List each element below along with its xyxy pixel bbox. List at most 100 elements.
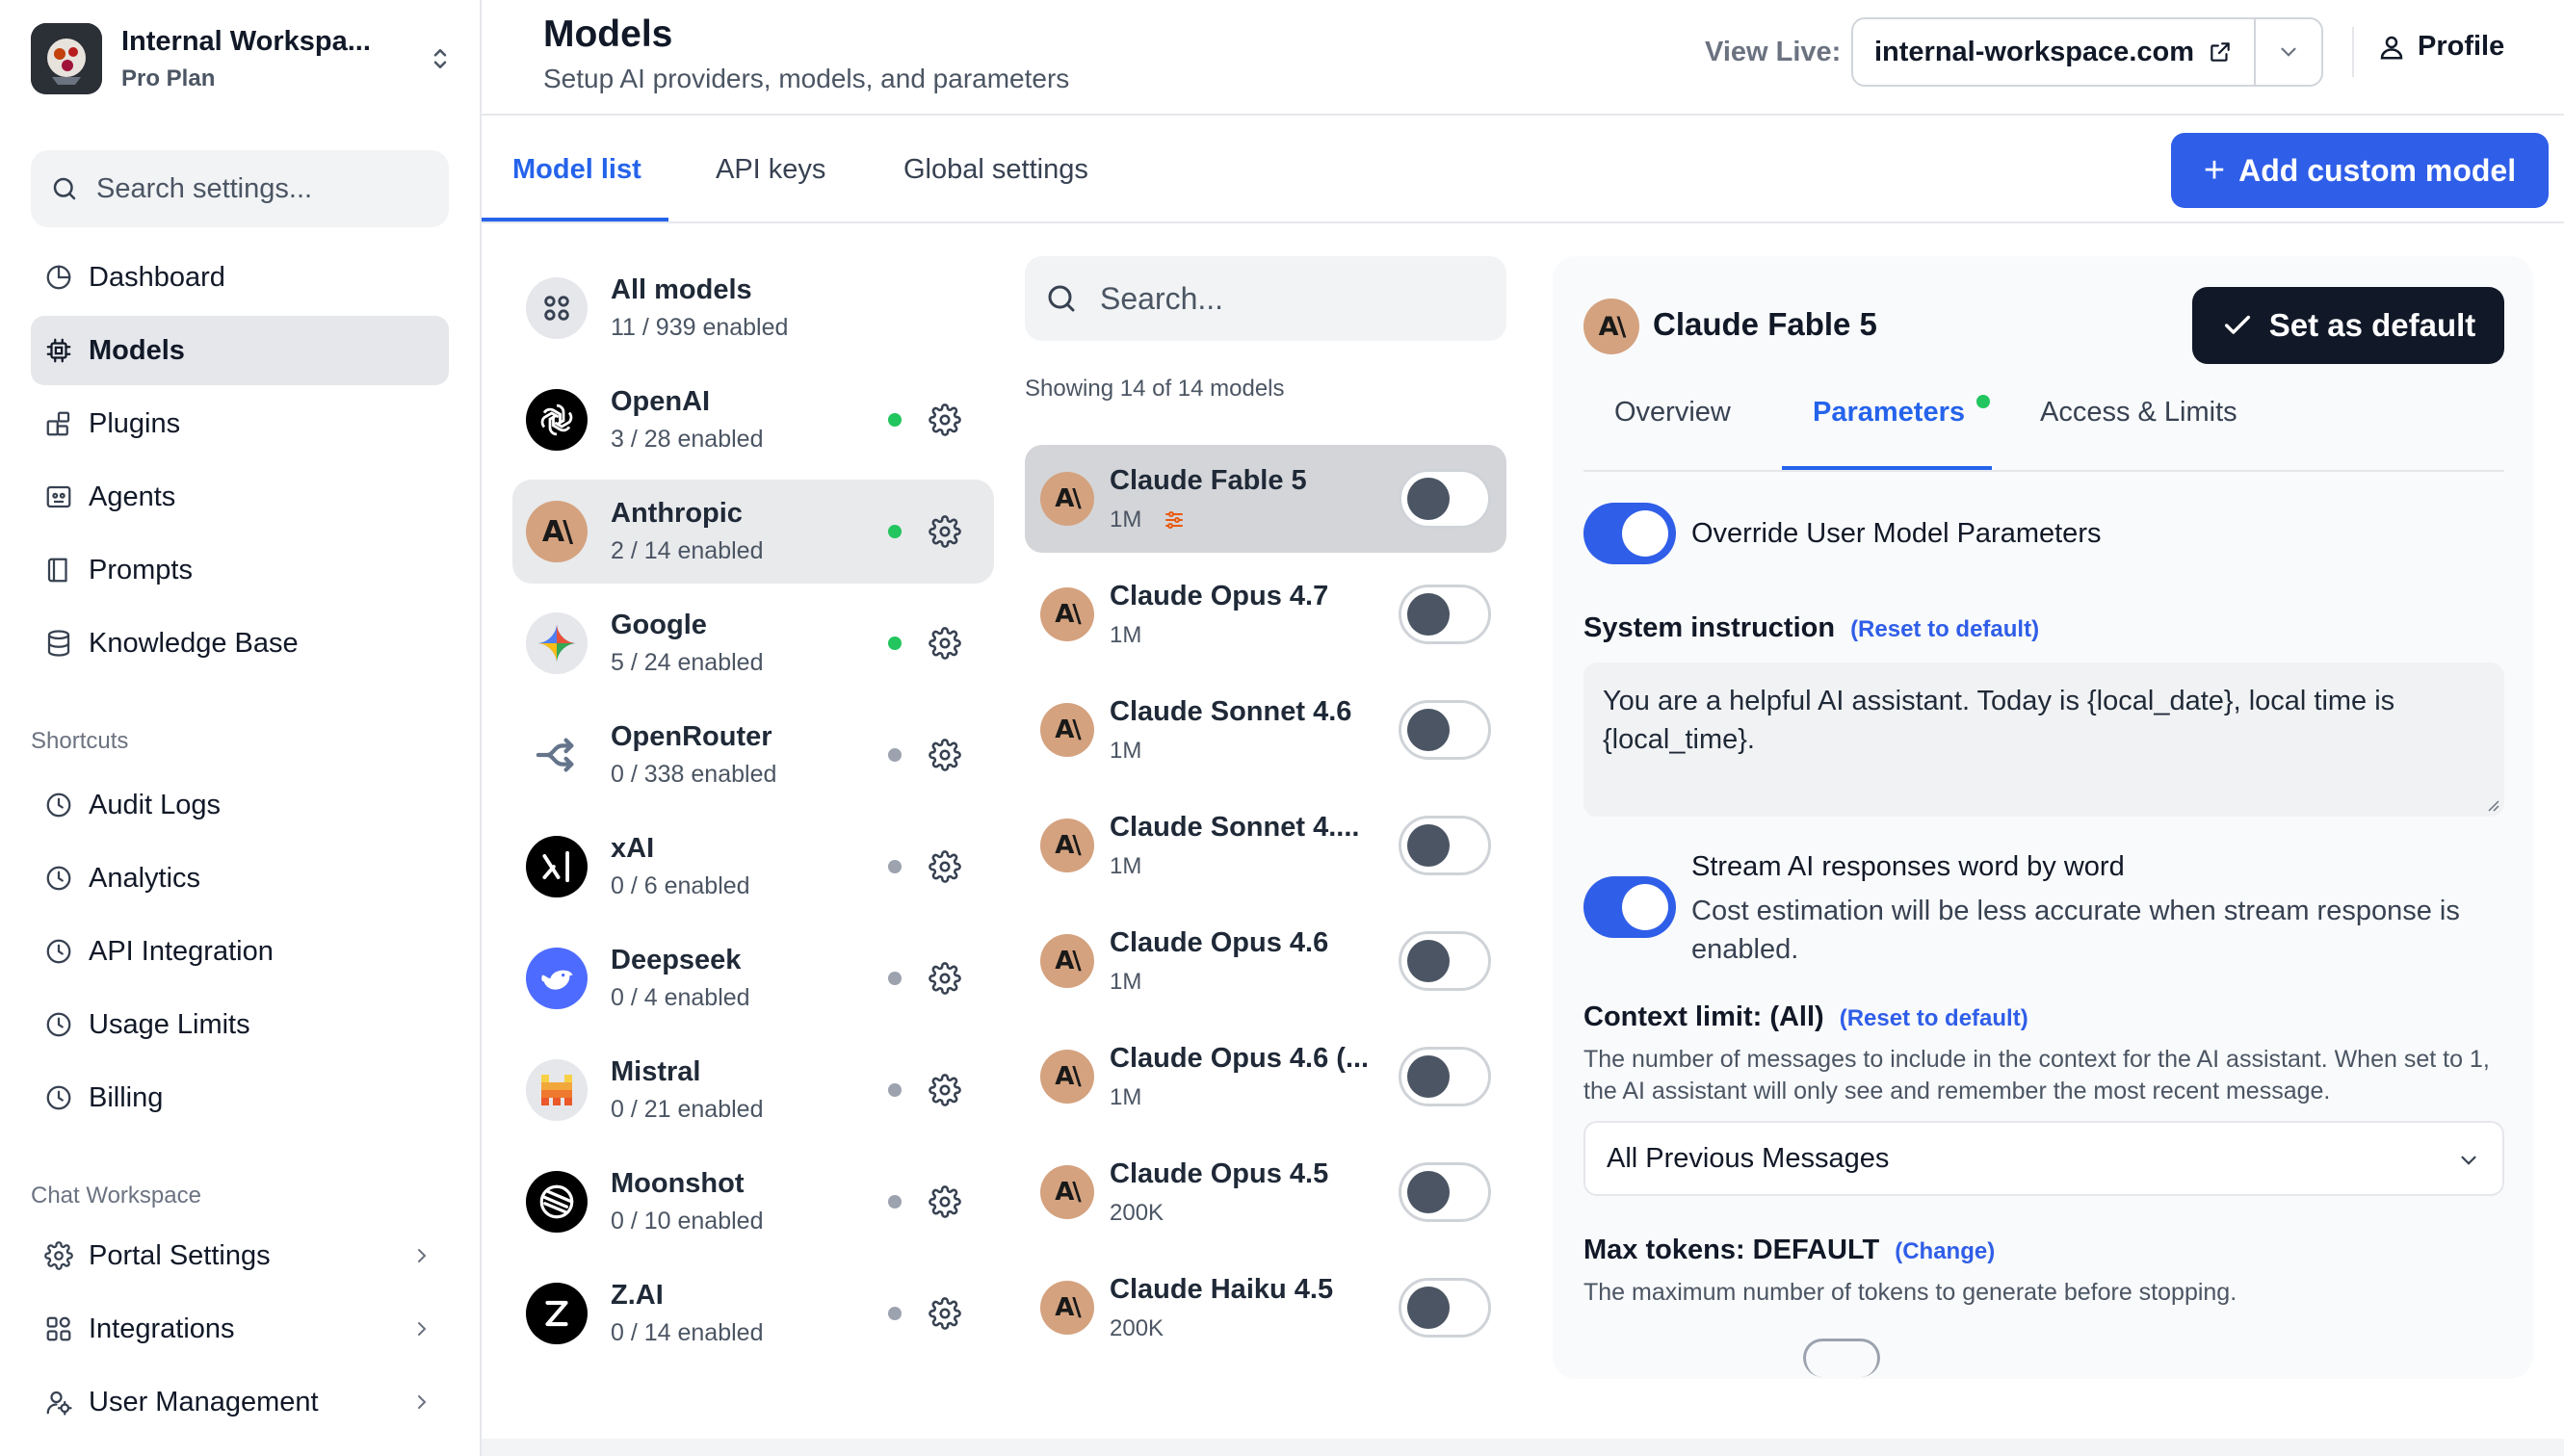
model-row[interactable]: A\ Claude Opus 4.6 (... 1M bbox=[1025, 1023, 1506, 1131]
sidebar-item-dashboard[interactable]: Dashboard bbox=[31, 243, 449, 312]
model-search-input[interactable] bbox=[1100, 280, 1485, 317]
sidebar-search[interactable] bbox=[31, 150, 449, 227]
provider-deepseek[interactable]: Deepseek 0 / 4 enabled bbox=[512, 926, 994, 1030]
gear-icon[interactable] bbox=[929, 1185, 961, 1218]
gear-icon[interactable] bbox=[929, 1074, 961, 1106]
gear-icon[interactable] bbox=[929, 739, 961, 771]
system-instruction-textarea[interactable]: You are a helpful AI assistant. Today is… bbox=[1583, 663, 2504, 817]
sidebar-item-integrations[interactable]: Integrations bbox=[31, 1294, 449, 1364]
model-enable-toggle[interactable] bbox=[1399, 1047, 1491, 1106]
tab-api-keys[interactable]: API keys bbox=[716, 154, 825, 186]
model-enable-toggle[interactable] bbox=[1399, 700, 1491, 760]
provider-moonshot[interactable]: Moonshot 0 / 10 enabled bbox=[512, 1150, 994, 1254]
sliders-icon bbox=[1165, 510, 1184, 529]
reset-context-limit-link[interactable]: (Reset to default) bbox=[1840, 1005, 2028, 1031]
header-divider bbox=[2352, 27, 2354, 77]
sidebar-item-api-integration[interactable]: API Integration bbox=[31, 917, 449, 986]
reset-system-instruction-link[interactable]: (Reset to default) bbox=[1850, 616, 2039, 642]
sidebar-item-billing[interactable]: Billing bbox=[31, 1063, 449, 1132]
gear-icon[interactable] bbox=[929, 1297, 961, 1330]
clock-icon bbox=[46, 939, 71, 964]
status-dot bbox=[888, 748, 902, 762]
sidebar-item-user-management[interactable]: User Management bbox=[31, 1367, 449, 1437]
tab-access-limits[interactable]: Access & Limits bbox=[2040, 397, 2237, 429]
model-row[interactable]: A\ Claude Opus 4.6 1M bbox=[1025, 907, 1506, 1015]
gear-icon[interactable] bbox=[929, 403, 961, 436]
sidebar-item-knowledge-base[interactable]: Knowledge Base bbox=[31, 609, 449, 678]
profile-button[interactable]: Profile bbox=[2377, 31, 2504, 63]
model-name: Claude Haiku 4.5 bbox=[1110, 1273, 1334, 1305]
set-as-default-button[interactable]: Set as default bbox=[2192, 287, 2504, 364]
status-dot bbox=[888, 1083, 902, 1097]
model-row[interactable]: A\ Claude Sonnet 4.... 1M bbox=[1025, 792, 1506, 899]
clock-icon bbox=[46, 1085, 71, 1110]
max-tokens-change-link[interactable]: (Change) bbox=[1895, 1238, 1995, 1264]
model-name: Claude Sonnet 4.... bbox=[1110, 811, 1360, 843]
tab-parameters[interactable]: Parameters bbox=[1813, 397, 1965, 429]
provider-name: Moonshot bbox=[611, 1168, 745, 1199]
provider-google[interactable]: Google 5 / 24 enabled bbox=[512, 591, 994, 695]
anthropic-logo-icon: A\ bbox=[1583, 299, 1639, 354]
gear-icon[interactable] bbox=[929, 627, 961, 660]
sidebar-item-prompts[interactable]: Prompts bbox=[31, 535, 449, 605]
partial-toggle[interactable] bbox=[1803, 1339, 1880, 1377]
sidebar-item-label: Dashboard bbox=[89, 261, 225, 293]
sidebar-item-analytics[interactable]: Analytics bbox=[31, 844, 449, 913]
provider-openrouter[interactable]: OpenRouter 0 / 338 enabled bbox=[512, 703, 994, 807]
sidebar-item-audit-logs[interactable]: Audit Logs bbox=[31, 770, 449, 840]
model-row[interactable]: A\ Claude Opus 4.5 200K bbox=[1025, 1138, 1506, 1246]
status-dot bbox=[888, 413, 902, 427]
stream-responses-toggle[interactable] bbox=[1583, 876, 1676, 938]
clock-icon bbox=[46, 866, 71, 891]
model-enable-toggle[interactable] bbox=[1399, 469, 1491, 529]
status-dot bbox=[1976, 395, 1990, 408]
provider-openai[interactable]: OpenAI 3 / 28 enabled bbox=[512, 368, 994, 472]
anthropic-logo-icon: A\ bbox=[1040, 1281, 1094, 1335]
sidebar-item-label: Integrations bbox=[89, 1313, 235, 1344]
system-instruction-heading: System instruction (Reset to default) bbox=[1583, 612, 2039, 644]
model-enable-toggle[interactable] bbox=[1399, 1278, 1491, 1338]
model-enable-toggle[interactable] bbox=[1399, 816, 1491, 875]
model-enable-toggle[interactable] bbox=[1399, 1162, 1491, 1222]
provider-all-models[interactable]: All models 11 / 939 enabled bbox=[512, 256, 994, 360]
view-live-label: View Live: bbox=[1705, 37, 1842, 67]
deepseek-logo-icon bbox=[526, 948, 588, 1009]
gear-icon[interactable] bbox=[929, 515, 961, 548]
model-row[interactable]: A\ Claude Sonnet 4.6 1M bbox=[1025, 676, 1506, 784]
context-limit-select[interactable]: All Previous Messages bbox=[1583, 1121, 2504, 1196]
sidebar-item-plugins[interactable]: Plugins bbox=[31, 389, 449, 458]
override-parameters-toggle[interactable] bbox=[1583, 503, 1676, 564]
sidebar-item-agents[interactable]: Agents bbox=[31, 462, 449, 532]
model-search[interactable] bbox=[1025, 256, 1506, 341]
tab-model-list[interactable]: Model list bbox=[512, 154, 641, 186]
gear-icon[interactable] bbox=[929, 962, 961, 995]
chevron-up-down-icon[interactable] bbox=[426, 44, 455, 73]
plugin-icon bbox=[46, 411, 70, 436]
provider-xai[interactable]: xAI 0 / 6 enabled bbox=[512, 815, 994, 919]
add-custom-model-button[interactable]: + Add custom model bbox=[2171, 133, 2549, 208]
model-enable-toggle[interactable] bbox=[1399, 585, 1491, 644]
gear-icon[interactable] bbox=[929, 850, 961, 883]
sidebar-search-input[interactable] bbox=[96, 172, 424, 205]
provider-anthropic[interactable]: A\ Anthropic 2 / 14 enabled bbox=[512, 480, 994, 584]
anthropic-logo-icon: A\ bbox=[1040, 703, 1094, 757]
model-row[interactable]: A\ Claude Fable 5 1M bbox=[1025, 445, 1506, 553]
view-live-link[interactable]: internal-workspace.com bbox=[1853, 19, 2254, 85]
sidebar-item-usage-limits[interactable]: Usage Limits bbox=[31, 990, 449, 1059]
resize-handle-icon[interactable] bbox=[2483, 795, 2500, 813]
sidebar-item-models[interactable]: Models bbox=[31, 316, 449, 385]
context-limit-label: Context limit: (All) bbox=[1583, 1001, 1824, 1032]
sidebar-item-portal-settings[interactable]: Portal Settings bbox=[31, 1221, 449, 1290]
provider-mistral[interactable]: Mistral 0 / 21 enabled bbox=[512, 1038, 994, 1142]
database-icon bbox=[47, 630, 70, 657]
model-row[interactable]: A\ Claude Opus 4.7 1M bbox=[1025, 560, 1506, 668]
workspace-switcher[interactable]: Internal Workspa... Pro Plan bbox=[31, 23, 455, 94]
tabs-divider bbox=[1583, 470, 2504, 472]
status-dot bbox=[888, 1307, 902, 1320]
model-row[interactable]: A\ Claude Haiku 4.5 200K bbox=[1025, 1254, 1506, 1362]
tab-global-settings[interactable]: Global settings bbox=[903, 154, 1088, 186]
view-live-dropdown-button[interactable] bbox=[2254, 19, 2321, 85]
model-enable-toggle[interactable] bbox=[1399, 931, 1491, 991]
tab-overview[interactable]: Overview bbox=[1614, 397, 1731, 429]
provider-zai[interactable]: Z.AI 0 / 14 enabled bbox=[512, 1261, 994, 1365]
